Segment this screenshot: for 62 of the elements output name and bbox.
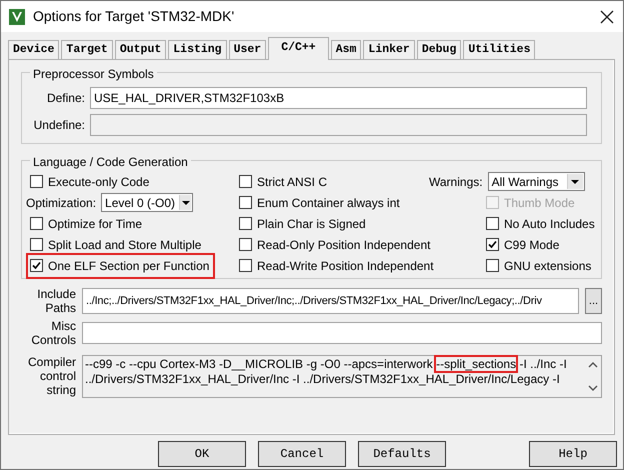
app-icon — [9, 8, 25, 24]
checkbox-label: Thumb Mode — [504, 194, 575, 212]
input-field[interactable]: USE_HAL_DRIVER,STM32F103xB — [90, 87, 587, 109]
tab[interactable]: Asm — [330, 40, 362, 59]
checkbox[interactable] — [239, 196, 252, 209]
tab[interactable]: C/C++ — [268, 37, 329, 60]
tab[interactable]: Linker — [363, 40, 415, 59]
compiler-string: --c99 -c --cpu Cortex-M3 -D__MICROLIB -g -O0 --apcs=interwork --split_sections -I ../Inc -I ../Drivers/STM32F1xx_HAL_Driver/Inc -I ../Drivers/STM32F1xx_HAL_Driver/Inc/Legacy -I — [84, 356, 568, 388]
dropdown-label: Warnings: — [429, 174, 483, 190]
checkbox-label: Plain Char is Signed — [257, 216, 366, 232]
scroll-up-icon[interactable] — [588, 362, 598, 368]
checkbox-label: Enum Container always int — [257, 194, 400, 212]
tab[interactable]: Utilities — [463, 40, 536, 59]
field-label: Define: — [46, 90, 85, 107]
checkbox[interactable] — [239, 217, 252, 230]
tab[interactable]: Target — [61, 40, 113, 59]
tab[interactable]: User — [228, 40, 266, 59]
checkbox-label: Split Load and Store Multiple — [48, 236, 202, 254]
checkbox-label: GNU extensions — [504, 258, 592, 274]
checkbox[interactable] — [239, 259, 252, 272]
field-label: Undefine: — [32, 117, 85, 134]
checkbox[interactable] — [239, 175, 252, 188]
dropdown[interactable]: Level 0 (-O0) — [101, 193, 194, 212]
checkbox-label: No Auto Includes — [504, 216, 595, 232]
checkbox-label: C99 Mode — [504, 236, 560, 254]
tab[interactable]: Device — [8, 40, 60, 59]
checkbox-label: Execute-only Code — [48, 174, 150, 190]
dropdown-label: Optimization: — [26, 194, 96, 212]
checkbox-label: Read-Only Position Independent — [257, 236, 430, 254]
checkbox[interactable] — [30, 217, 43, 230]
window-title: Options for Target 'STM32-MDK' — [33, 7, 236, 26]
checkbox-label: One ELF Section per Function — [48, 258, 210, 274]
tab[interactable]: Listing — [168, 40, 227, 59]
input-field[interactable]: ../Inc;../Drivers/STM32F1xx_HAL_Driver/Inc;../Drivers/STM32F1xx_HAL_Driver/Inc/Legacy;../Driv — [82, 288, 579, 314]
tab[interactable]: Debug — [416, 40, 462, 59]
dialog-button[interactable]: Cancel — [258, 441, 346, 467]
checkbox[interactable] — [30, 238, 43, 251]
caret-icon — [571, 180, 580, 184]
checkbox[interactable] — [486, 217, 499, 230]
checkbox-label: Read-Write Position Independent — [257, 258, 434, 274]
browse-button[interactable]: ... — [585, 288, 602, 314]
input-field[interactable] — [82, 322, 602, 344]
checkbox[interactable] — [239, 238, 252, 251]
dropdown-value: All Warnings — [492, 174, 560, 190]
checkbox[interactable] — [30, 259, 43, 272]
checkbox[interactable] — [486, 259, 499, 272]
tab[interactable]: Output — [114, 40, 166, 59]
dialog-button[interactable]: Help — [529, 441, 617, 467]
dropdown[interactable]: All Warnings — [488, 172, 585, 191]
close-icon[interactable] — [599, 8, 615, 24]
checkbox-label: Optimize for Time — [48, 216, 142, 232]
dialog-button[interactable]: Defaults — [358, 441, 446, 467]
checkbox-label: Strict ANSI C — [257, 174, 328, 190]
field-label: Compiler control string — [26, 355, 76, 397]
checkbox[interactable] — [486, 238, 499, 251]
field-label: Misc Controls — [30, 319, 76, 347]
checkbox[interactable] — [30, 175, 43, 188]
dialog-button[interactable]: OK — [158, 441, 246, 467]
field-label: Include Paths — [36, 287, 76, 315]
dropdown-value: Level 0 (-O0) — [105, 194, 176, 212]
scroll-down-icon[interactable] — [588, 385, 598, 391]
caret-icon — [182, 200, 190, 204]
